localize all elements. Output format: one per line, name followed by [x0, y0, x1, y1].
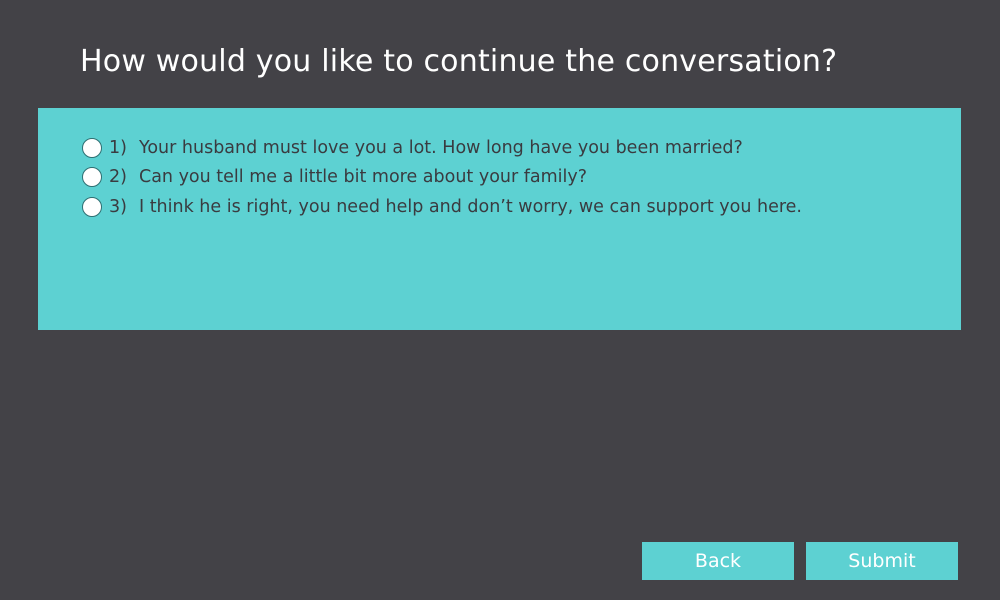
option-3[interactable]: 3) I think he is right, you need help an… [82, 192, 951, 222]
answers-panel: 1) Your husband must love you a lot. How… [38, 108, 961, 330]
option-2[interactable]: 2) Can you tell me a little bit more abo… [82, 163, 951, 193]
option-1-number: 1) [109, 137, 127, 158]
option-2-text[interactable]: Can you tell me a little bit more about … [139, 167, 587, 187]
option-3-radio[interactable] [82, 196, 102, 217]
question-title: How would you like to continue the conve… [80, 44, 838, 79]
back-button[interactable]: Back [642, 542, 794, 580]
options-list: 1) Your husband must love you a lot. How… [82, 133, 951, 222]
option-2-radio[interactable] [82, 167, 102, 188]
option-2-number: 2) [109, 167, 127, 188]
option-1-text[interactable]: Your husband must love you a lot. How lo… [139, 138, 743, 158]
option-3-number: 3) [109, 196, 127, 217]
option-1-radio[interactable] [82, 137, 102, 158]
option-3-text[interactable]: I think he is right, you need help and d… [139, 197, 802, 217]
option-1[interactable]: 1) Your husband must love you a lot. How… [82, 133, 951, 163]
submit-button[interactable]: Submit [806, 542, 958, 580]
